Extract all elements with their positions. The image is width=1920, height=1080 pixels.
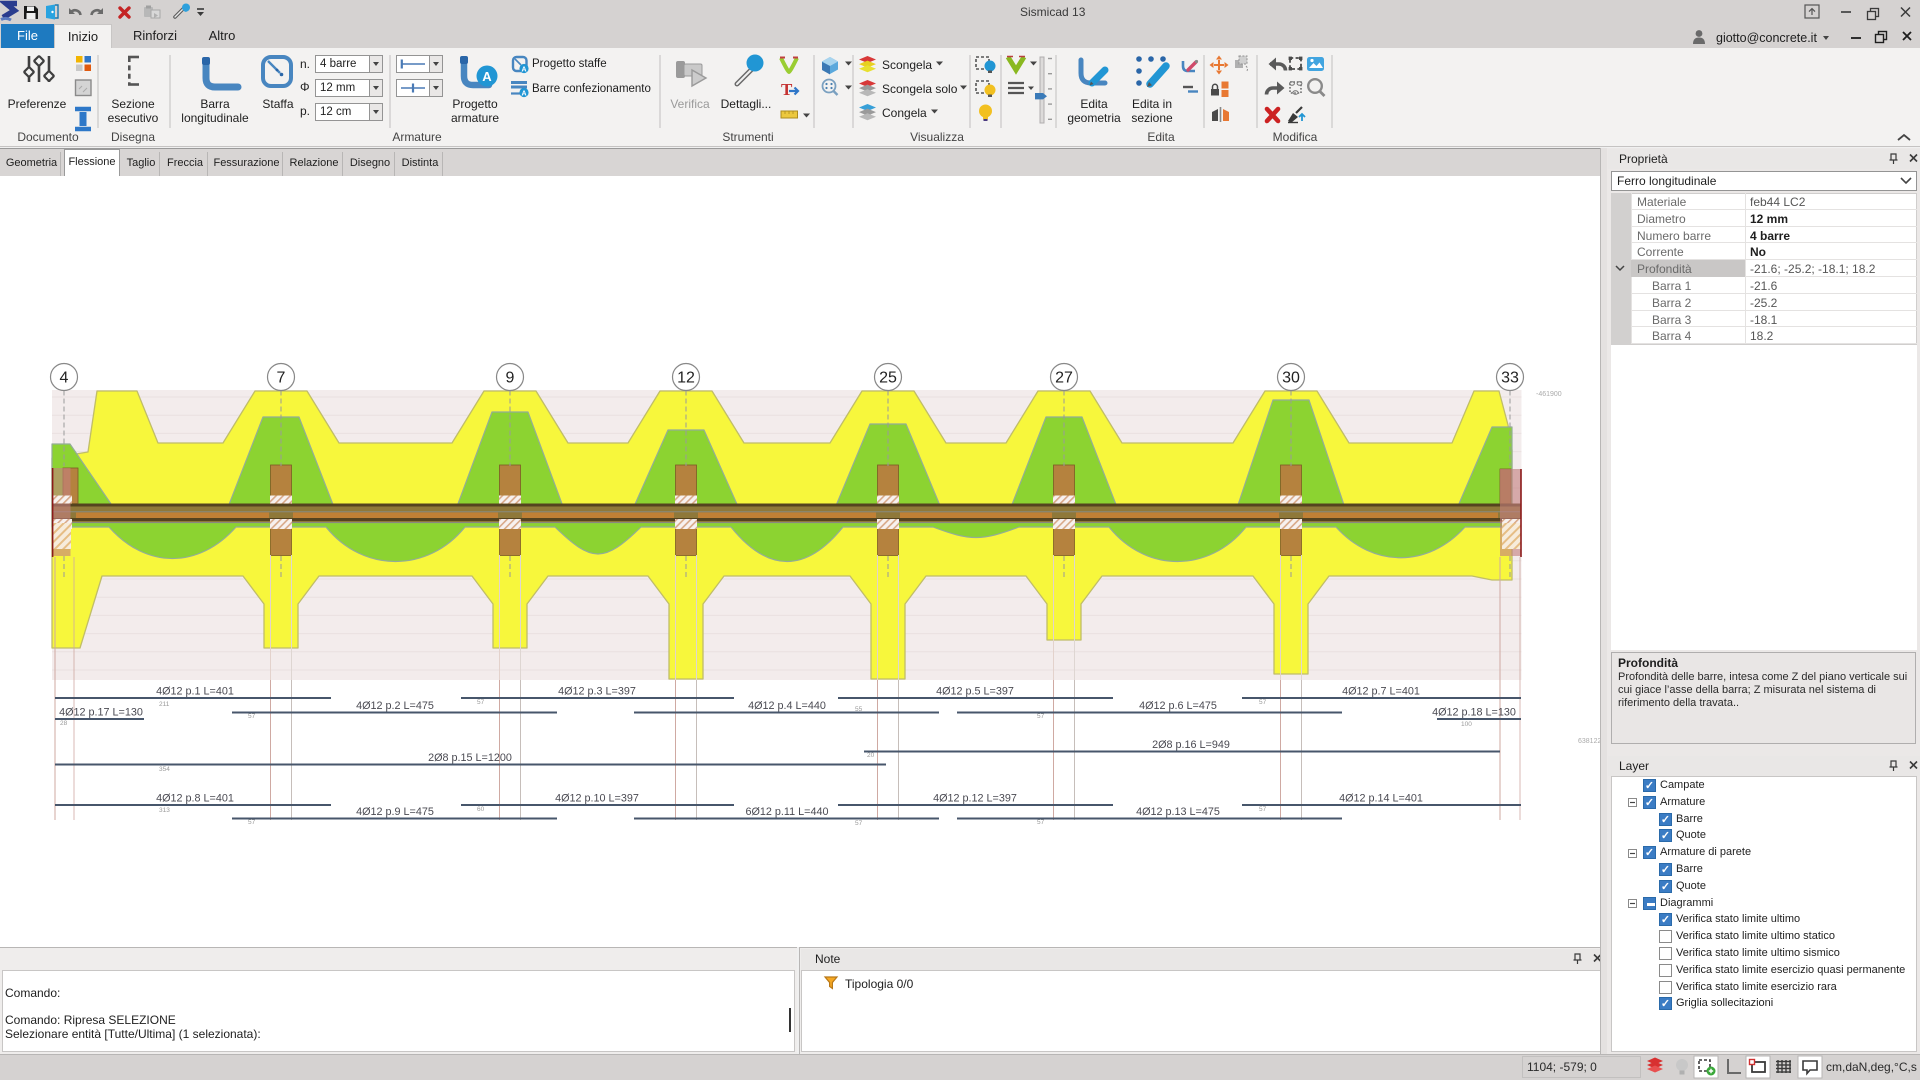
svg-text:A: A bbox=[521, 67, 526, 74]
svg-text:4Ø12 p.3 L=397: 4Ø12 p.3 L=397 bbox=[558, 686, 636, 698]
svg-text:28: 28 bbox=[60, 720, 68, 727]
svg-text:354: 354 bbox=[159, 766, 170, 773]
svg-text:100: 100 bbox=[1461, 721, 1472, 728]
svg-text:4Ø12 p.8 L=401: 4Ø12 p.8 L=401 bbox=[156, 793, 234, 805]
svg-text:6Ø12 p.11 L=440: 6Ø12 p.11 L=440 bbox=[746, 806, 829, 818]
svg-text:4Ø12 p.17 L=130: 4Ø12 p.17 L=130 bbox=[59, 707, 143, 719]
svg-text:7: 7 bbox=[277, 370, 286, 387]
svg-text:55: 55 bbox=[855, 706, 863, 713]
svg-text:25: 25 bbox=[879, 370, 897, 387]
svg-text:4Ø12 p.10 L=397: 4Ø12 p.10 L=397 bbox=[555, 793, 639, 805]
svg-text:33: 33 bbox=[1501, 370, 1519, 387]
svg-text:4Ø12 p.9 L=475: 4Ø12 p.9 L=475 bbox=[356, 806, 434, 818]
svg-text:12: 12 bbox=[677, 370, 695, 387]
svg-text:-461900: -461900 bbox=[1536, 391, 1562, 398]
svg-text:4: 4 bbox=[60, 370, 69, 387]
svg-text:57: 57 bbox=[1259, 699, 1267, 706]
svg-text:57: 57 bbox=[855, 820, 863, 827]
svg-text:57: 57 bbox=[1037, 713, 1045, 720]
svg-text:2Ø8 p.16 L=949: 2Ø8 p.16 L=949 bbox=[1152, 739, 1230, 751]
svg-text:4Ø12 p.5 L=397: 4Ø12 p.5 L=397 bbox=[936, 686, 1014, 698]
svg-text:27: 27 bbox=[1055, 370, 1073, 387]
svg-text:57: 57 bbox=[248, 819, 256, 826]
svg-text:30: 30 bbox=[1282, 370, 1300, 387]
svg-text:A: A bbox=[482, 69, 492, 84]
svg-text:20: 20 bbox=[867, 752, 875, 759]
svg-text:4Ø12 p.7 L=401: 4Ø12 p.7 L=401 bbox=[1342, 686, 1420, 698]
svg-text:4Ø12 p.6 L=475: 4Ø12 p.6 L=475 bbox=[1139, 700, 1217, 712]
svg-text:313: 313 bbox=[159, 807, 170, 814]
svg-text:4Ø12 p.14 L=401: 4Ø12 p.14 L=401 bbox=[1339, 793, 1423, 805]
svg-text:57: 57 bbox=[248, 713, 256, 720]
svg-text:4Ø12 p.12 L=397: 4Ø12 p.12 L=397 bbox=[933, 793, 1017, 805]
svg-text:60: 60 bbox=[477, 806, 485, 813]
svg-text:57: 57 bbox=[477, 699, 485, 706]
svg-text:4Ø12 p.2 L=475: 4Ø12 p.2 L=475 bbox=[356, 700, 434, 712]
svg-text:4Ø12 p.18 L=130: 4Ø12 p.18 L=130 bbox=[1432, 707, 1516, 719]
svg-text:4Ø12 p.1 L=401: 4Ø12 p.1 L=401 bbox=[156, 686, 234, 698]
svg-text:57: 57 bbox=[1037, 819, 1045, 826]
svg-text:4Ø12 p.4 L=440: 4Ø12 p.4 L=440 bbox=[748, 700, 826, 712]
svg-text:638122: 638122 bbox=[1578, 738, 1600, 745]
svg-text:2Ø8 p.15 L=1200: 2Ø8 p.15 L=1200 bbox=[428, 752, 512, 764]
svg-text:57: 57 bbox=[1259, 806, 1267, 813]
svg-text:9: 9 bbox=[506, 370, 515, 387]
svg-text:211: 211 bbox=[159, 701, 170, 708]
svg-text:4Ø12 p.13 L=475: 4Ø12 p.13 L=475 bbox=[1136, 806, 1220, 818]
